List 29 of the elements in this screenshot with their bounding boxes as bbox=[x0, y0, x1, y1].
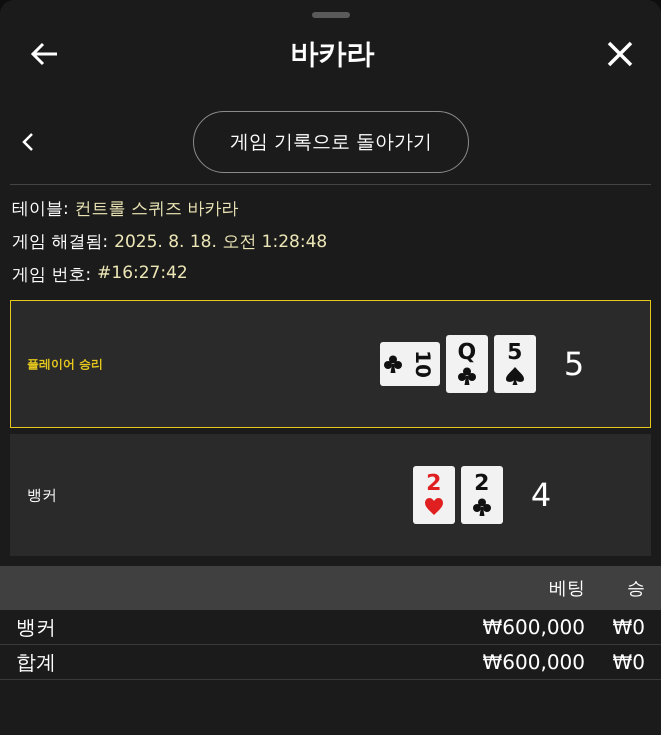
card-rank: 5 bbox=[507, 342, 522, 364]
info-label: 게임 번호: bbox=[12, 264, 92, 286]
info-value: 2025. 8. 18. 오전 1:28:48 bbox=[114, 231, 328, 253]
card-rank: 2 bbox=[426, 473, 442, 495]
table-cell-text: 합계 bbox=[16, 648, 57, 676]
back-arrow-icon[interactable] bbox=[30, 42, 58, 66]
back-to-history-button[interactable]: 게임 기록으로 돌아가기 bbox=[193, 111, 469, 173]
hand-total: 5 bbox=[564, 345, 584, 383]
hand-label: 플레이어 승리 bbox=[27, 356, 104, 372]
table-cell-text: ₩600,000 bbox=[482, 650, 585, 674]
close-icon[interactable] bbox=[607, 41, 633, 67]
dialog-title: 바카라 bbox=[290, 36, 374, 72]
table-cell-text: ₩0 bbox=[612, 650, 645, 674]
table-cell-text: ₩0 bbox=[612, 615, 645, 639]
hand-total: 4 bbox=[530, 476, 552, 514]
column-header: 승 bbox=[626, 577, 645, 600]
card-rank: 2 bbox=[474, 473, 490, 495]
info-label: 게임 해결됨: bbox=[12, 231, 108, 253]
card-rank: 10 bbox=[412, 350, 433, 378]
table-cell-text: 뱅커 bbox=[16, 614, 57, 640]
drag-handle[interactable] bbox=[312, 12, 350, 18]
table-cell-text: ₩600,000 bbox=[482, 615, 585, 639]
hand-label: 뱅커 bbox=[27, 486, 57, 504]
column-header: 베팅 bbox=[548, 577, 585, 600]
info-value: #16:27:42 bbox=[97, 263, 188, 285]
chevron-left-icon[interactable] bbox=[22, 132, 34, 152]
info-value: 컨트롤 스퀴즈 바카라 bbox=[74, 198, 239, 220]
card-rank: Q bbox=[457, 342, 476, 364]
info-label: 테이블: bbox=[12, 198, 69, 220]
